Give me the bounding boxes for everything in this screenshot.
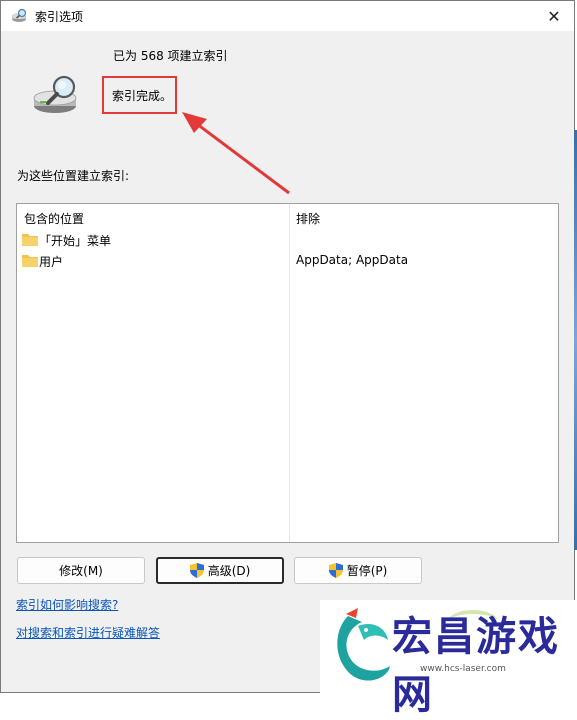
indexing-options-window: 索引选项 ✕ 已为 568 项建立索引 索引完成。 为这些位置建立索引: 包含的… (0, 0, 575, 693)
modify-button[interactable]: 修改(M) (17, 557, 145, 584)
dragon-logo-icon (337, 608, 390, 681)
folder-icon (22, 255, 38, 267)
column-header-exclude[interactable]: 排除 (296, 210, 320, 227)
watermark: 宏昌游戏网 www.hcs-laser.com (320, 600, 577, 718)
window-title: 索引选项 (35, 10, 84, 24)
pause-button-label: 暂停(P) (346, 564, 388, 578)
uac-shield-icon (328, 563, 343, 578)
list-item[interactable]: 「开始」菜单 (17, 230, 558, 250)
close-button[interactable]: ✕ (542, 5, 566, 27)
red-arrow-annotation (182, 112, 290, 195)
advanced-button-label: 高级(D) (207, 564, 251, 578)
indexing-options-icon (12, 8, 27, 22)
index-status-text: 索引完成。 (112, 88, 173, 103)
list-item[interactable]: 用户 AppData; AppData (17, 251, 558, 271)
watermark-title: 宏昌游戏网 (392, 614, 560, 718)
modify-button-label: 修改(M) (59, 564, 103, 578)
column-header-included[interactable]: 包含的位置 (24, 210, 84, 227)
pause-button[interactable]: 暂停(P) (294, 557, 422, 584)
locations-list[interactable]: 包含的位置 排除 「开始」菜单 用户 AppData; AppData (16, 203, 559, 543)
location-name: 「开始」菜单 (39, 234, 112, 248)
index-count-text: 已为 568 项建立索引 (113, 49, 228, 63)
indexing-drive-icon (33, 75, 77, 113)
window-content: 已为 568 项建立索引 索引完成。 为这些位置建立索引: 包含的位置 排除 「… (1, 31, 574, 692)
advanced-button[interactable]: 高级(D) (156, 557, 284, 584)
location-exclude: AppData; AppData (296, 253, 409, 267)
watermark-url: www.hcs-laser.com (420, 664, 506, 674)
index-status-highlight: 索引完成。 (102, 76, 177, 114)
uac-shield-icon (189, 563, 204, 578)
locations-label: 为这些位置建立索引: (17, 169, 130, 183)
location-name: 用户 (39, 255, 64, 269)
how-indexing-affects-search-link[interactable]: 索引如何影响搜索? (16, 596, 118, 613)
close-icon: ✕ (547, 6, 561, 26)
troubleshoot-search-link[interactable]: 对搜索和索引进行疑难解答 (16, 624, 160, 641)
title-bar: 索引选项 ✕ (1, 1, 574, 31)
folder-icon (22, 234, 38, 246)
